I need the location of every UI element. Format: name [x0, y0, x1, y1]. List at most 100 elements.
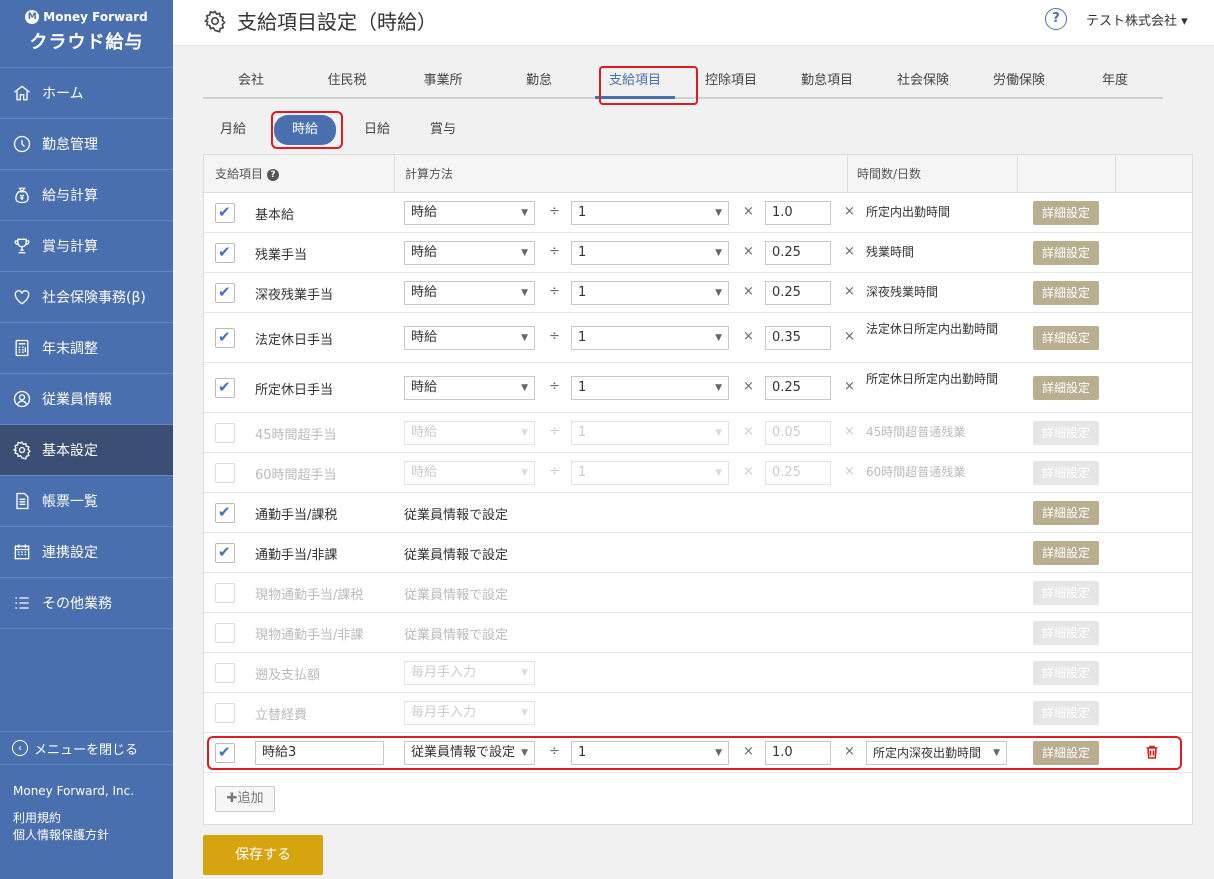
divisor-select[interactable]: 1 ▼ [571, 421, 729, 445]
detail-settings-button[interactable]: 詳細設定 [1033, 501, 1099, 525]
detail-settings-button[interactable]: 詳細設定 [1033, 241, 1099, 265]
row-checkbox[interactable] [215, 623, 235, 643]
detail-settings-button[interactable]: 詳細設定 [1033, 661, 1099, 685]
detail-settings-button[interactable]: 詳細設定 [1033, 541, 1099, 565]
divisor-select[interactable]: 1 ▼ [571, 241, 729, 265]
detail-settings-button[interactable]: 詳細設定 [1033, 326, 1099, 350]
tab-1[interactable]: 住民税 [299, 65, 395, 97]
row-checkbox[interactable] [215, 703, 235, 723]
tab-9[interactable]: 年度 [1067, 65, 1163, 97]
hours-target: 残業時間 [866, 245, 915, 259]
method-select[interactable]: 時給 ▼ [404, 201, 535, 225]
tab-2[interactable]: 事業所 [395, 65, 491, 97]
divisor-select[interactable]: 1 ▼ [571, 326, 729, 350]
detail-settings-button[interactable]: 詳細設定 [1033, 461, 1099, 485]
method-select-value: 時給 [411, 425, 438, 440]
sidebar-item-4[interactable]: 社会保険事務(β) [0, 272, 173, 323]
multiplier-input[interactable]: 1.0 [765, 201, 831, 225]
divisor-select-value: 1 [578, 285, 587, 300]
save-button[interactable]: 保存する [203, 835, 323, 875]
add-item-button[interactable]: ✚追加 [215, 786, 275, 812]
item-name: 45時間超手当 [255, 428, 337, 443]
method-select[interactable]: 毎月手入力 ▼ [404, 661, 535, 685]
subtab-2[interactable]: 日給 [352, 115, 402, 145]
help-icon[interactable]: ? [1045, 8, 1067, 30]
terms-link[interactable]: 利用規約 [13, 810, 109, 827]
sidebar-item-1[interactable]: 勤怠管理 [0, 119, 173, 170]
detail-settings-button[interactable]: 詳細設定 [1033, 421, 1099, 445]
multiplier-input[interactable]: 0.05 [765, 421, 831, 445]
table-row: 時給3従業員情報で設定▼÷1▼×1.0×所定内深夜出勤時間▼詳細設定 [204, 733, 1192, 773]
multiply-symbol: × [844, 379, 855, 394]
multiplier-input[interactable]: 0.25 [765, 376, 831, 400]
sidebar-item-9[interactable]: 連携設定 [0, 527, 173, 578]
document-icon [10, 489, 34, 513]
sidebar-item-7[interactable]: 基本設定 [0, 425, 173, 476]
detail-settings-button[interactable]: 詳細設定 [1033, 621, 1099, 645]
pay-type-tabs: 月給 時給 日給 賞与 [208, 115, 484, 145]
divisor-select[interactable]: 1 ▼ [571, 376, 729, 400]
multiplier-input[interactable]: 0.25 [765, 281, 831, 305]
divide-symbol: ÷ [549, 379, 560, 394]
sidebar-item-3[interactable]: 賞与計算 [0, 221, 173, 272]
detail-settings-button[interactable]: 詳細設定 [1033, 201, 1099, 225]
divisor-select[interactable]: 1 ▼ [571, 281, 729, 305]
sidebar-item-6[interactable]: 従業員情報 [0, 374, 173, 425]
sidebar-item-5[interactable]: 年末調整 [0, 323, 173, 374]
divisor-select-value: 1 [578, 465, 587, 480]
row-checkbox[interactable] [215, 283, 235, 303]
table-row: 遡及支払額 毎月手入力 ▼ 詳細設定 [204, 653, 1192, 693]
divisor-select[interactable]: 1 ▼ [571, 461, 729, 485]
method-select[interactable]: 時給 ▼ [404, 281, 535, 305]
row-checkbox[interactable] [215, 243, 235, 263]
detail-settings-button[interactable]: 詳細設定 [1033, 281, 1099, 305]
subtab-3[interactable]: 賞与 [418, 115, 468, 145]
row-checkbox[interactable] [215, 663, 235, 683]
multiplier-input[interactable]: 0.35 [765, 326, 831, 350]
method-select[interactable]: 時給 ▼ [404, 421, 535, 445]
multiplier-input[interactable]: 0.25 [765, 461, 831, 485]
sidebar-item-2[interactable]: 給与計算 [0, 170, 173, 221]
sidebar-item-10[interactable]: その他業務 [0, 578, 173, 629]
table-row: 60時間超手当 時給 ▼ ÷ 1 ▼ × 0.25 × 60時間超普通残業 詳細設定 [204, 453, 1192, 493]
method-select[interactable]: 時給 ▼ [404, 241, 535, 265]
row-checkbox[interactable] [215, 543, 235, 563]
method-select[interactable]: 毎月手入力 ▼ [404, 701, 535, 725]
multiplier-input[interactable]: 0.25 [765, 241, 831, 265]
dropdown-arrow-icon: ▼ [715, 428, 722, 438]
tab-3[interactable]: 勤怠 [491, 65, 587, 97]
privacy-policy-link[interactable]: 個人情報保護方針 [13, 827, 109, 844]
help-icon[interactable]: ? [267, 168, 280, 181]
collapse-menu-button[interactable]: ‹ メニューを閉じる [0, 731, 173, 765]
row-checkbox[interactable] [215, 378, 235, 398]
subtab-0[interactable]: 月給 [208, 115, 258, 145]
method-select[interactable]: 時給 ▼ [404, 376, 535, 400]
company-name: Money Forward, Inc. [13, 784, 135, 798]
gear-icon [10, 438, 34, 462]
detail-settings-button[interactable]: 詳細設定 [1033, 376, 1099, 400]
row-checkbox[interactable] [215, 328, 235, 348]
header-divider [1017, 155, 1018, 193]
brand[interactable]: M Money Forward クラウド給与 [0, 0, 173, 68]
tab-7[interactable]: 社会保険 [875, 65, 971, 97]
sidebar-item-8[interactable]: 帳票一覧 [0, 476, 173, 527]
detail-settings-button[interactable]: 詳細設定 [1033, 581, 1099, 605]
sidebar-item-0[interactable]: ホーム [0, 68, 173, 119]
row-checkbox[interactable] [215, 503, 235, 523]
row-checkbox[interactable] [215, 203, 235, 223]
row-checkbox[interactable] [215, 583, 235, 603]
tab-0[interactable]: 会社 [203, 65, 299, 97]
method-select[interactable]: 時給 ▼ [404, 326, 535, 350]
row-checkbox[interactable] [215, 463, 235, 483]
method-select-value: 毎月手入力 [411, 665, 477, 680]
chevron-left-icon: ‹ [12, 740, 28, 756]
detail-settings-button[interactable]: 詳細設定 [1033, 701, 1099, 725]
item-name: 通勤手当/非課 [255, 548, 338, 563]
dropdown-arrow-icon: ▼ [715, 248, 722, 258]
divisor-select[interactable]: 1 ▼ [571, 201, 729, 225]
tab-8[interactable]: 労働保険 [971, 65, 1067, 97]
method-select[interactable]: 時給 ▼ [404, 461, 535, 485]
tab-6[interactable]: 勤怠項目 [779, 65, 875, 97]
company-menu[interactable]: テスト株式会社 ▾ [1086, 10, 1188, 29]
row-checkbox[interactable] [215, 423, 235, 443]
